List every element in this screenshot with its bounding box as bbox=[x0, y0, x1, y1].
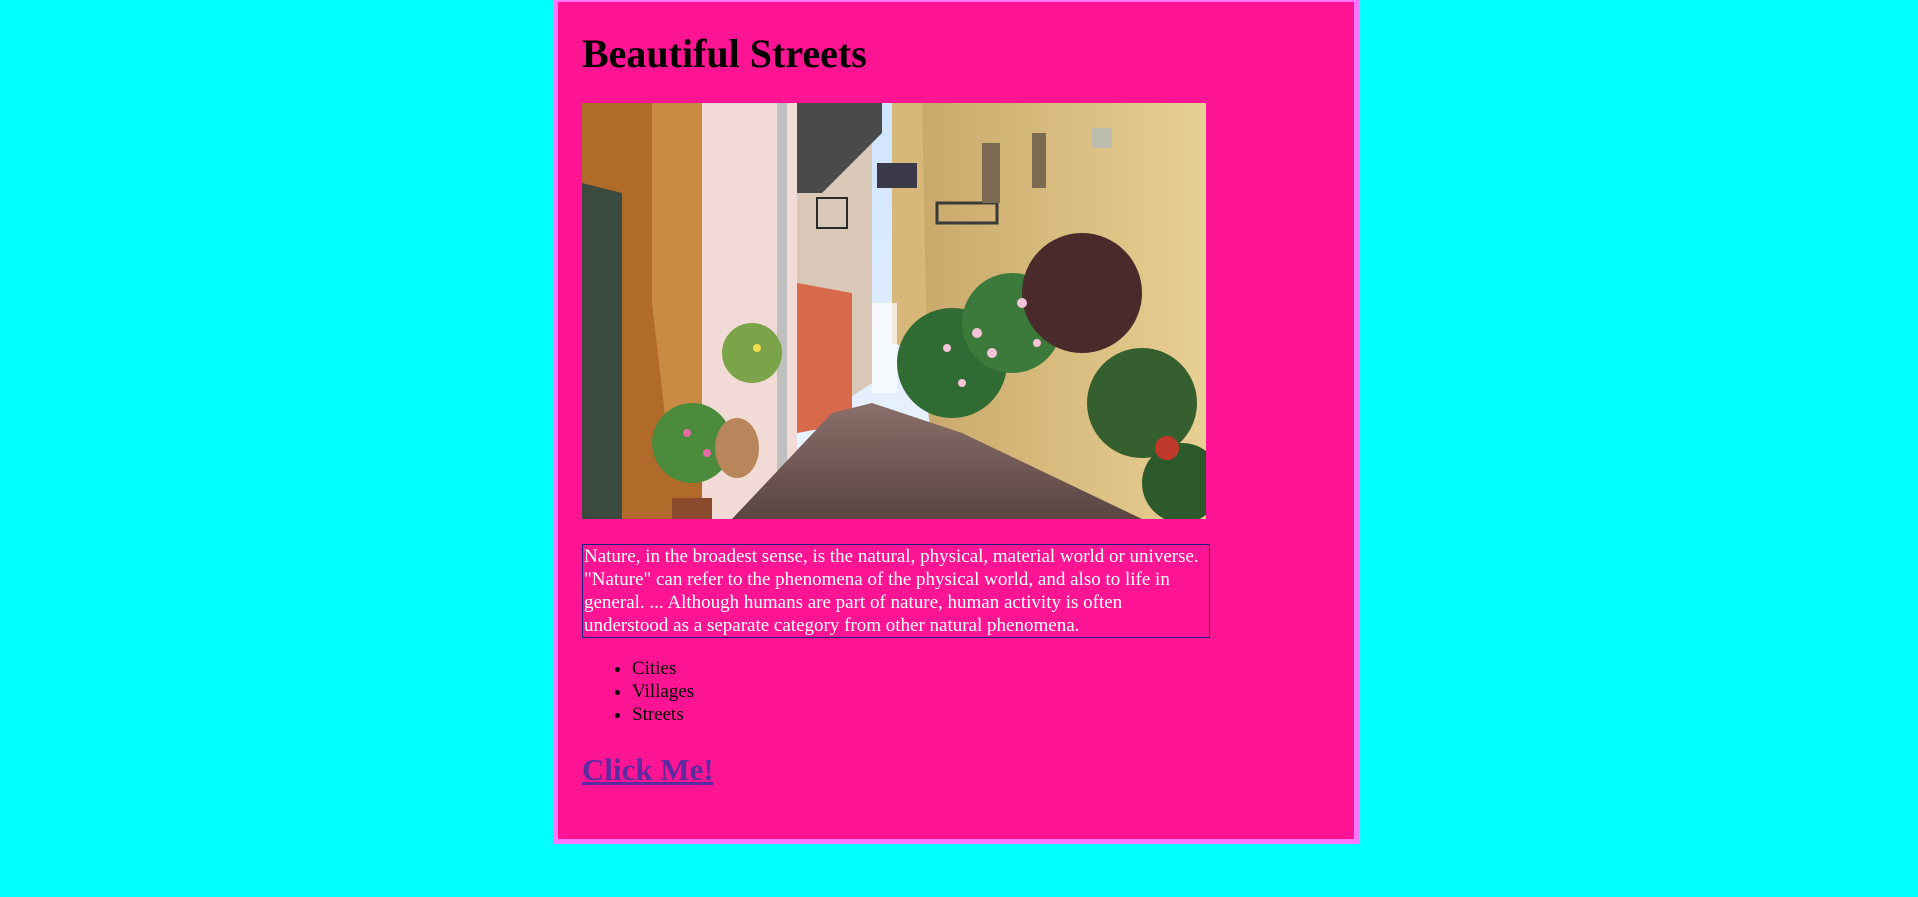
street-photo bbox=[582, 103, 1206, 519]
page-title: Beautiful Streets bbox=[582, 31, 867, 76]
list-item-streets: Streets bbox=[632, 703, 1330, 726]
content-card: Beautiful Streets Nature, in the broades… bbox=[553, 0, 1359, 844]
description-box: Nature, in the broadest sense, is the na… bbox=[582, 544, 1210, 638]
list-item-cities: Cities bbox=[632, 657, 1330, 680]
category-list: Cities Villages Streets bbox=[582, 657, 1330, 726]
list-item-villages: Villages bbox=[632, 680, 1330, 703]
click-me-link[interactable]: Click Me! bbox=[582, 751, 714, 789]
